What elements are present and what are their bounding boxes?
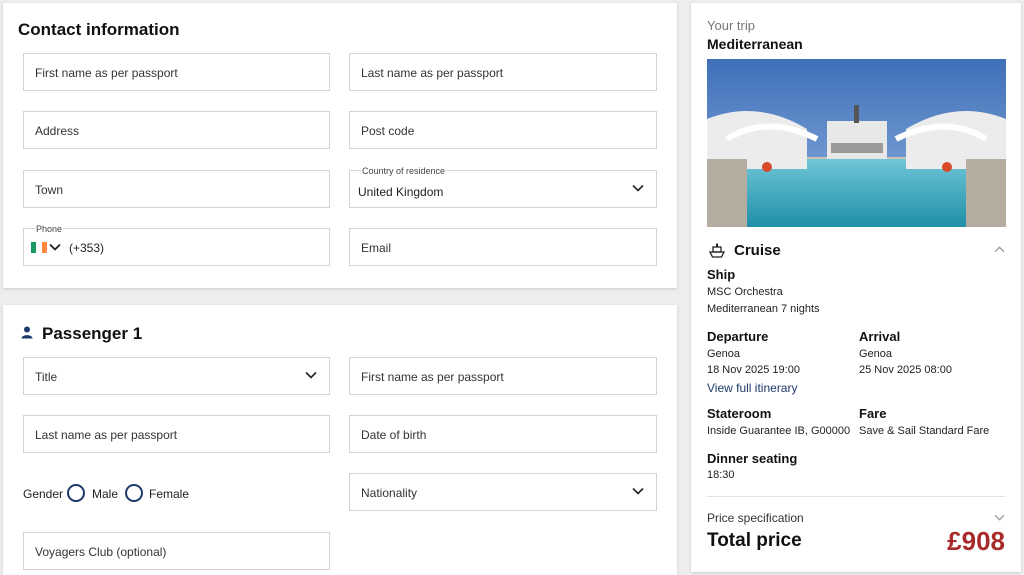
town-field[interactable]: Town — [23, 170, 330, 208]
stateroom-label: Stateroom — [707, 406, 772, 421]
passenger-title: Passenger 1 — [42, 324, 143, 343]
country-select[interactable]: Country of residence United Kingdom — [349, 166, 657, 208]
cruise-section-title: Cruise — [734, 242, 781, 259]
gender-label: Gender — [23, 487, 64, 501]
contact-information-card: Contact information First name as per pa… — [3, 3, 677, 288]
address-field[interactable]: Address — [23, 111, 330, 149]
gender-female-radio[interactable] — [125, 484, 143, 502]
nationality-select[interactable]: Nationality — [349, 473, 657, 511]
total-price-value: £908 — [947, 526, 1005, 556]
postcode-placeholder: Post code — [361, 124, 415, 138]
passenger-card: Passenger 1 Title First name as per pass… — [3, 305, 677, 575]
departure-port: Genoa — [707, 348, 741, 360]
gender-male-radio[interactable] — [67, 484, 85, 502]
title-select-placeholder: Title — [35, 370, 58, 384]
contact-information-title: Contact information — [18, 20, 180, 39]
departure-time: 18 Nov 2025 19:00 — [707, 364, 800, 376]
dinner-seating-value: 18:30 — [707, 469, 735, 481]
chevron-down-icon[interactable] — [49, 243, 61, 251]
ship-name: MSC Orchestra — [707, 286, 783, 298]
stateroom-value: Inside Guarantee IB, G00000 — [707, 425, 851, 437]
ship-icon — [708, 243, 726, 258]
country-label: Country of residence — [361, 166, 447, 176]
arrival-time: 25 Nov 2025 08:00 — [859, 364, 952, 376]
total-price-label: Total price — [707, 530, 802, 551]
passenger-last-name-placeholder: Last name as per passport — [35, 428, 178, 442]
passenger-first-name-placeholder: First name as per passport — [361, 370, 504, 384]
price-specification-toggle[interactable]: Price specification — [707, 511, 804, 525]
fare-value: Save & Sail Standard Fare — [859, 425, 990, 437]
contact-last-name-field[interactable]: Last name as per passport — [349, 53, 657, 91]
passenger-last-name-field[interactable]: Last name as per passport — [23, 415, 330, 453]
view-itinerary-link[interactable]: View full itinerary — [707, 381, 797, 395]
town-placeholder: Town — [35, 183, 64, 197]
phone-label: Phone — [35, 224, 64, 234]
phone-country-code: (+353) — [69, 241, 105, 255]
contact-last-name-placeholder: Last name as per passport — [361, 66, 504, 80]
country-value: United Kingdom — [358, 185, 444, 199]
gender-male-label[interactable]: Male — [92, 487, 118, 501]
divider — [707, 496, 1005, 497]
fare-label: Fare — [859, 406, 887, 421]
dinner-seating-label: Dinner seating — [707, 451, 798, 466]
chevron-down-icon[interactable] — [994, 514, 1005, 521]
chevron-down-icon — [632, 487, 644, 495]
person-icon — [21, 326, 33, 339]
ship-label: Ship — [707, 267, 736, 282]
email-placeholder: Email — [361, 241, 392, 255]
trip-summary-card: Your trip Mediterranean Cruise Ship MSC … — [691, 3, 1021, 572]
chevron-down-icon — [632, 184, 644, 192]
nationality-placeholder: Nationality — [361, 486, 418, 500]
ship-pool-deck-image — [707, 59, 1006, 227]
date-of-birth-placeholder: Date of birth — [361, 428, 427, 442]
gender-female-label[interactable]: Female — [149, 487, 189, 501]
title-select[interactable]: Title — [23, 357, 330, 395]
chevron-down-icon — [305, 371, 317, 379]
phone-field[interactable]: Phone (+353) — [23, 224, 330, 266]
email-field[interactable]: Email — [349, 228, 657, 266]
arrival-port: Genoa — [859, 348, 893, 360]
trip-destination: Mediterranean — [707, 36, 803, 52]
address-placeholder: Address — [35, 124, 80, 138]
date-of-birth-field[interactable]: Date of birth — [349, 415, 657, 453]
ireland-flag-icon[interactable] — [31, 242, 47, 253]
chevron-up-icon[interactable] — [994, 246, 1005, 253]
departure-label: Departure — [707, 329, 769, 344]
voyagers-club-placeholder: Voyagers Club (optional) — [35, 545, 167, 559]
postcode-field[interactable]: Post code — [349, 111, 657, 149]
your-trip-heading: Your trip — [707, 18, 755, 33]
voyagers-club-field[interactable]: Voyagers Club (optional) — [23, 532, 330, 570]
passenger-first-name-field[interactable]: First name as per passport — [349, 357, 657, 395]
contact-first-name-placeholder: First name as per passport — [35, 66, 178, 80]
arrival-label: Arrival — [859, 329, 901, 344]
contact-first-name-field[interactable]: First name as per passport — [23, 53, 330, 91]
ship-itinerary: Mediterranean 7 nights — [707, 303, 820, 315]
